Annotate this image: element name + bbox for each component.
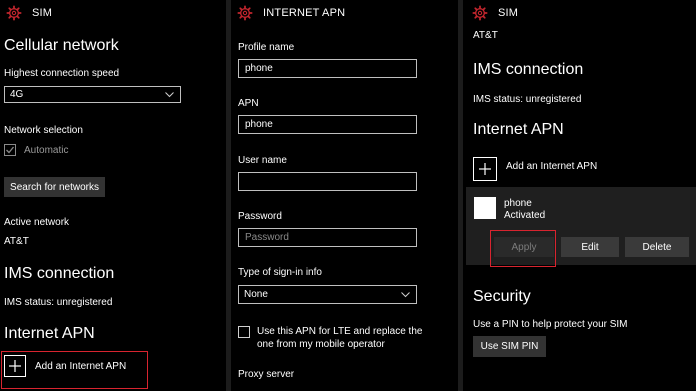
add-apn-label: Add an Internet APN [506, 160, 598, 172]
password-input[interactable]: Password [238, 228, 417, 247]
lte-checkbox-text-2: one from my mobile operator [257, 339, 385, 350]
header-title: SIM [498, 7, 519, 19]
chevron-down-icon [401, 292, 410, 298]
gear-icon [472, 5, 488, 21]
speed-label: Highest connection speed [4, 68, 120, 79]
ims-status: IMS status: unregistered [4, 297, 113, 308]
pin-description: Use a PIN to help protect your SIM [473, 319, 628, 330]
header-title: SIM [32, 7, 53, 19]
apn-label: APN [238, 98, 259, 109]
delete-button[interactable]: Delete [625, 237, 689, 257]
profile-tile-icon [474, 197, 496, 219]
lte-apn-checkbox[interactable]: Use this APN for LTE and replace the one… [238, 325, 422, 351]
proxy-server-label: Proxy server [238, 369, 295, 380]
section-title-ims: IMS connection [4, 265, 115, 282]
user-name-label: User name [238, 155, 287, 166]
checkbox-checked-icon [4, 144, 16, 156]
app-header: SIM [0, 0, 226, 26]
highlight-box [1, 351, 148, 389]
profile-name-input[interactable]: phone [238, 59, 417, 78]
internet-apn-panel: INTERNET APN Profile name phone APN phon… [231, 0, 458, 391]
lte-checkbox-text-1: Use this APN for LTE and replace the [257, 326, 423, 337]
active-network-value: AT&T [4, 236, 29, 247]
section-title-internet-apn: Internet APN [473, 121, 564, 138]
active-network-value: AT&T [473, 30, 498, 41]
profile-name-label: Profile name [238, 42, 295, 53]
network-selection-label: Network selection [4, 125, 83, 136]
use-sim-pin-button[interactable]: Use SIM PIN [473, 336, 546, 357]
gear-icon [6, 5, 22, 21]
automatic-label: Automatic [24, 144, 69, 156]
automatic-checkbox[interactable]: Automatic [4, 144, 68, 156]
active-network-label: Active network [4, 217, 70, 228]
gear-icon [237, 5, 253, 21]
chevron-down-icon [165, 92, 174, 98]
profile-name: phone [504, 198, 532, 209]
profile-status: Activated [504, 210, 546, 221]
plus-icon [473, 157, 497, 181]
checkbox-unchecked-icon [238, 326, 250, 338]
ims-status: IMS status: unregistered [473, 94, 582, 105]
add-apn-button[interactable]: Add an Internet APN [473, 157, 597, 181]
signin-type-value: None [244, 289, 268, 300]
speed-value: 4G [10, 89, 24, 100]
edit-button[interactable]: Edit [561, 237, 619, 257]
password-label: Password [238, 211, 282, 222]
speed-dropdown[interactable]: 4G [4, 86, 181, 103]
search-networks-button[interactable]: Search for networks [4, 177, 105, 197]
signin-type-label: Type of sign-in info [238, 267, 322, 278]
section-title-cellular: Cellular network [4, 37, 119, 54]
user-name-input[interactable] [238, 172, 417, 191]
sim-settings-panel: SIM Cellular network Highest connection … [0, 0, 226, 391]
section-title-ims: IMS connection [473, 61, 584, 78]
signin-type-dropdown[interactable]: None [238, 285, 417, 304]
section-title-security: Security [473, 288, 531, 305]
sim-settings-panel-after: SIM AT&T IMS connection IMS status: unre… [463, 0, 696, 391]
section-title-internet-apn: Internet APN [4, 325, 95, 342]
highlight-box [490, 230, 556, 267]
app-header: INTERNET APN [231, 0, 458, 26]
apn-input[interactable]: phone [238, 115, 417, 134]
header-title: INTERNET APN [263, 7, 346, 19]
app-header: SIM [463, 0, 696, 26]
